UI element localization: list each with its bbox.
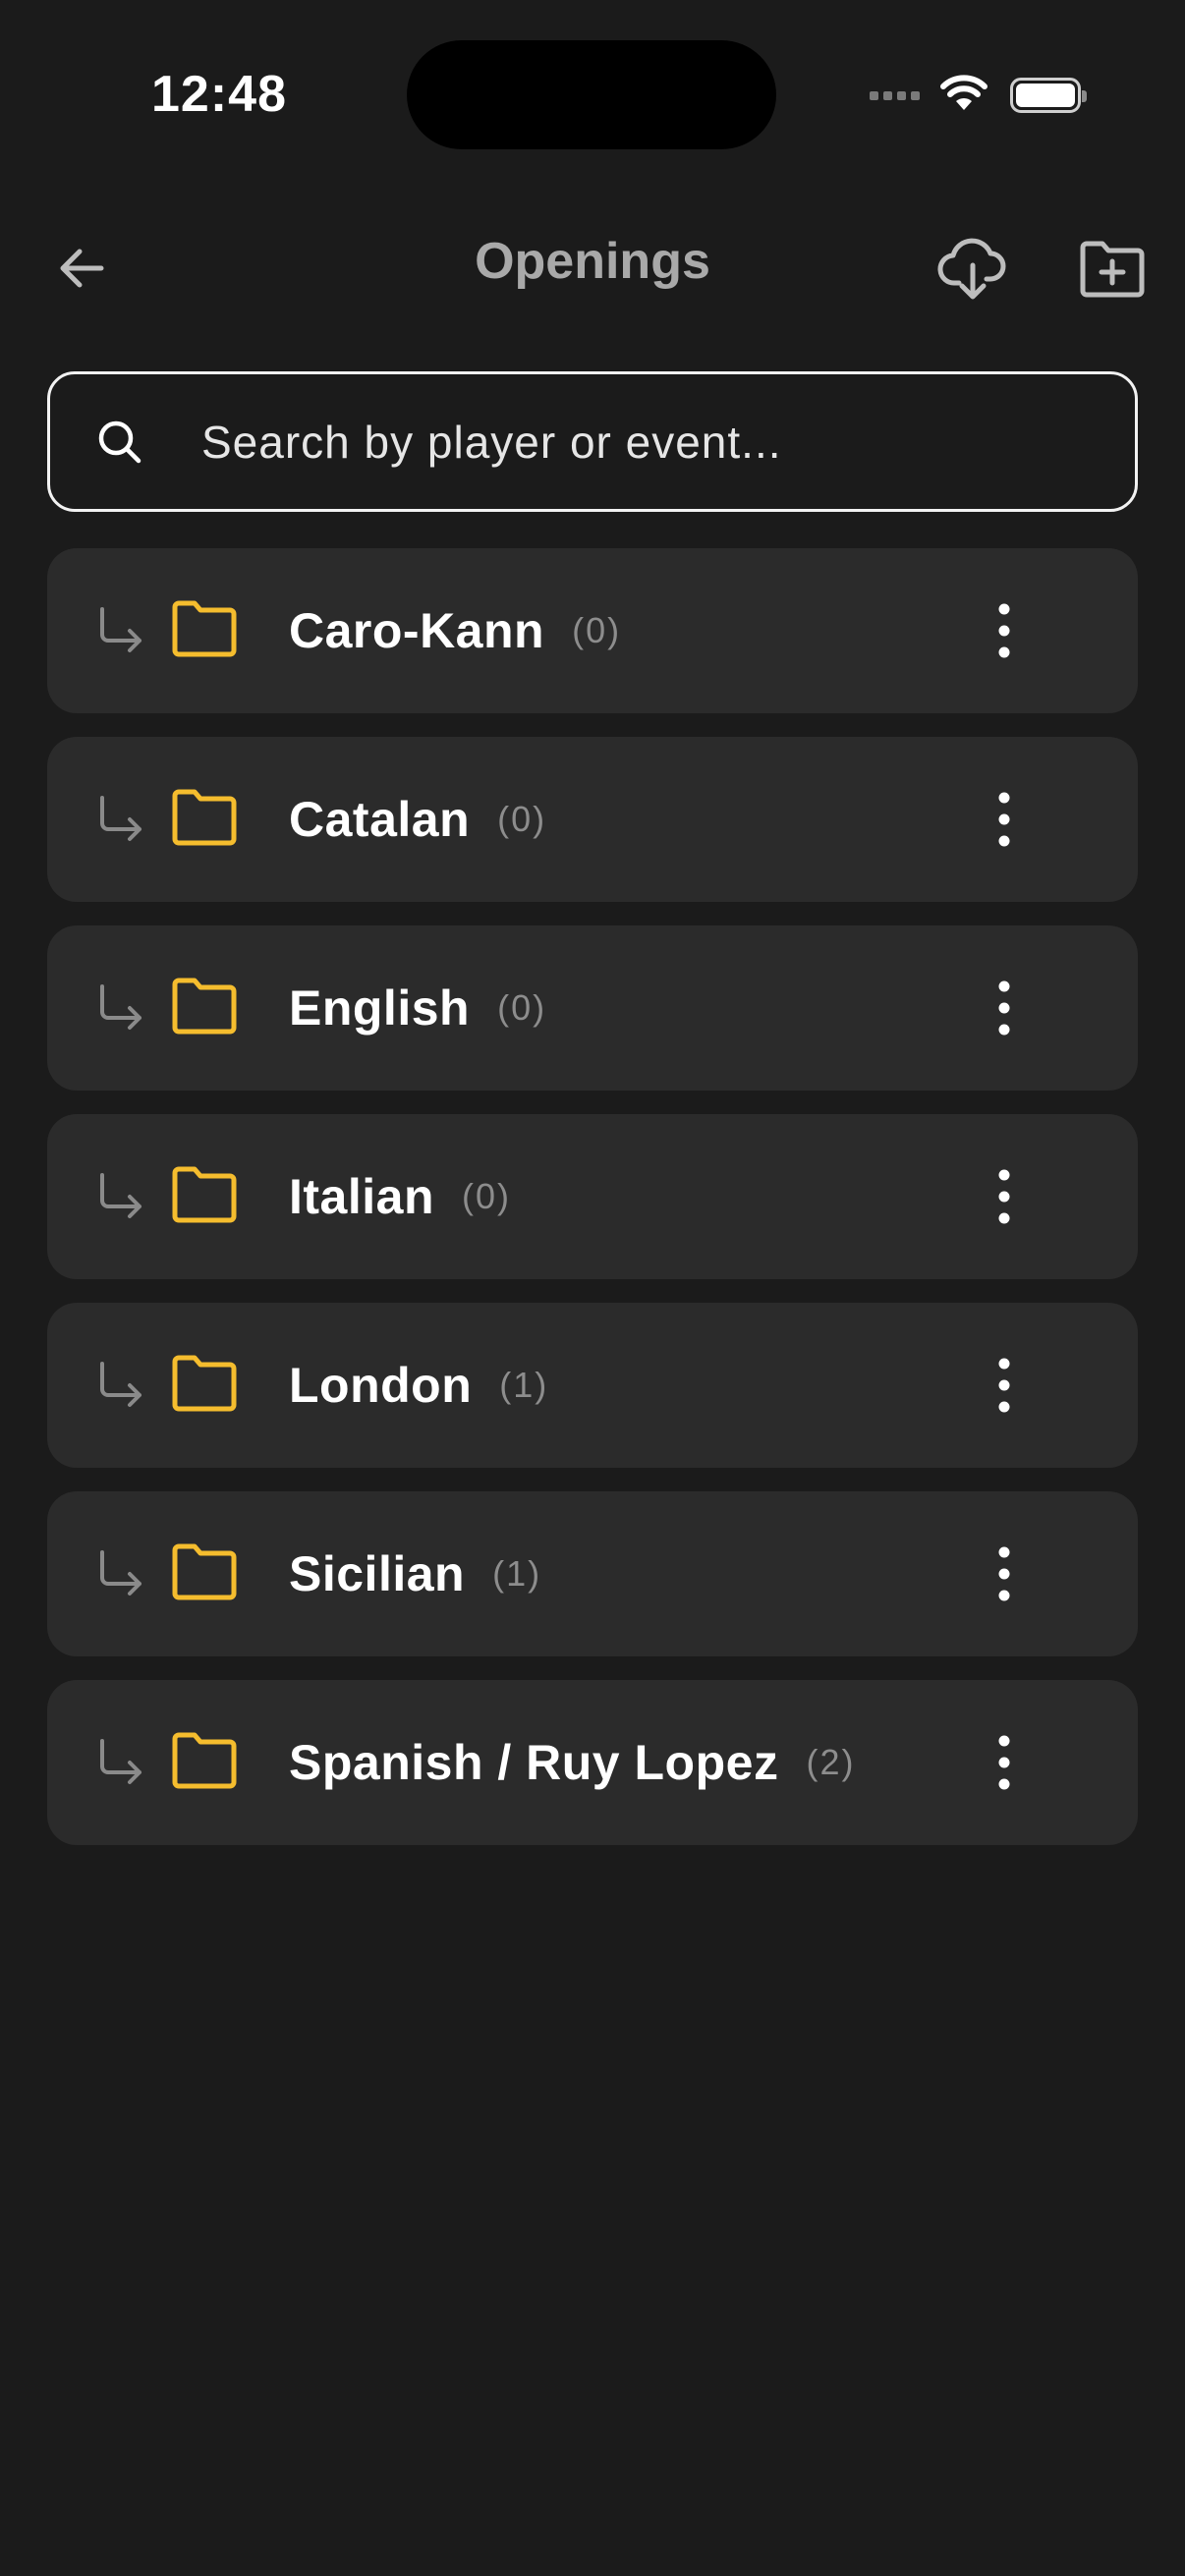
subdirectory-arrow-icon <box>100 796 141 841</box>
search-input[interactable] <box>199 414 1135 470</box>
folder-icon <box>172 600 237 657</box>
folder-count: (0) <box>497 799 547 839</box>
folder-list: Caro-Kann (0) Catalan (0) English (0) It… <box>47 548 1138 1869</box>
subdirectory-arrow-icon <box>100 1362 141 1407</box>
cloud-download-icon <box>937 238 1006 300</box>
more-options-button[interactable] <box>965 1535 1044 1613</box>
folder-count: (0) <box>461 1176 511 1216</box>
folder-plus-icon <box>1080 241 1145 298</box>
more-vertical-icon <box>998 1735 1010 1790</box>
folder-icon <box>172 1355 237 1412</box>
more-options-button[interactable] <box>965 1723 1044 1802</box>
folder-name: London <box>289 1358 473 1413</box>
more-vertical-icon <box>998 1358 1010 1413</box>
cellular-signal-icon <box>870 90 920 100</box>
folder-icon <box>172 1732 237 1789</box>
folder-row-london[interactable]: London (1) <box>47 1303 1138 1468</box>
subdirectory-arrow-icon <box>100 984 141 1030</box>
subdirectory-arrow-icon <box>100 1173 141 1218</box>
more-vertical-icon <box>998 603 1010 658</box>
import-download-button[interactable] <box>933 230 1012 308</box>
more-options-button[interactable] <box>965 1157 1044 1236</box>
folder-row-english[interactable]: English (0) <box>47 925 1138 1091</box>
more-vertical-icon <box>998 792 1010 847</box>
folder-name: Caro-Kann <box>289 603 545 658</box>
subdirectory-arrow-icon <box>100 1550 141 1596</box>
more-options-button[interactable] <box>965 1346 1044 1425</box>
folder-icon <box>172 978 237 1035</box>
status-icons <box>870 71 1087 120</box>
folder-name: English <box>289 980 471 1036</box>
header: Openings <box>0 216 1185 314</box>
battery-icon <box>1010 78 1087 113</box>
folder-count: (1) <box>499 1365 549 1405</box>
folder-icon <box>172 1166 237 1223</box>
folder-name: Sicilian <box>289 1546 466 1601</box>
new-folder-button[interactable] <box>1073 230 1152 308</box>
folder-icon <box>172 1543 237 1600</box>
folder-row-spanish-ruy-lopez[interactable]: Spanish / Ruy Lopez (2) <box>47 1680 1138 1845</box>
dynamic-island <box>407 40 776 149</box>
search-icon <box>95 418 144 467</box>
more-vertical-icon <box>998 1546 1010 1601</box>
folder-row-italian[interactable]: Italian (0) <box>47 1114 1138 1279</box>
folder-row-caro-kann[interactable]: Caro-Kann (0) <box>47 548 1138 713</box>
folder-count: (0) <box>497 987 547 1028</box>
folder-row-catalan[interactable]: Catalan (0) <box>47 737 1138 902</box>
folder-count: (1) <box>492 1553 542 1594</box>
folder-count: (2) <box>806 1742 856 1782</box>
more-options-button[interactable] <box>965 969 1044 1047</box>
status-time: 12:48 <box>151 66 287 123</box>
more-options-button[interactable] <box>965 780 1044 859</box>
wifi-icon <box>939 74 988 117</box>
subdirectory-arrow-icon <box>100 1739 141 1784</box>
more-options-button[interactable] <box>965 591 1044 670</box>
folder-icon <box>172 789 237 846</box>
folder-name: Catalan <box>289 792 471 847</box>
folder-count: (0) <box>572 610 622 650</box>
search-bar[interactable] <box>47 371 1138 512</box>
folder-row-sicilian[interactable]: Sicilian (1) <box>47 1491 1138 1656</box>
more-vertical-icon <box>998 1169 1010 1224</box>
folder-name: Italian <box>289 1169 434 1224</box>
more-vertical-icon <box>998 980 1010 1036</box>
subdirectory-arrow-icon <box>100 607 141 652</box>
folder-name: Spanish / Ruy Lopez <box>289 1735 779 1790</box>
